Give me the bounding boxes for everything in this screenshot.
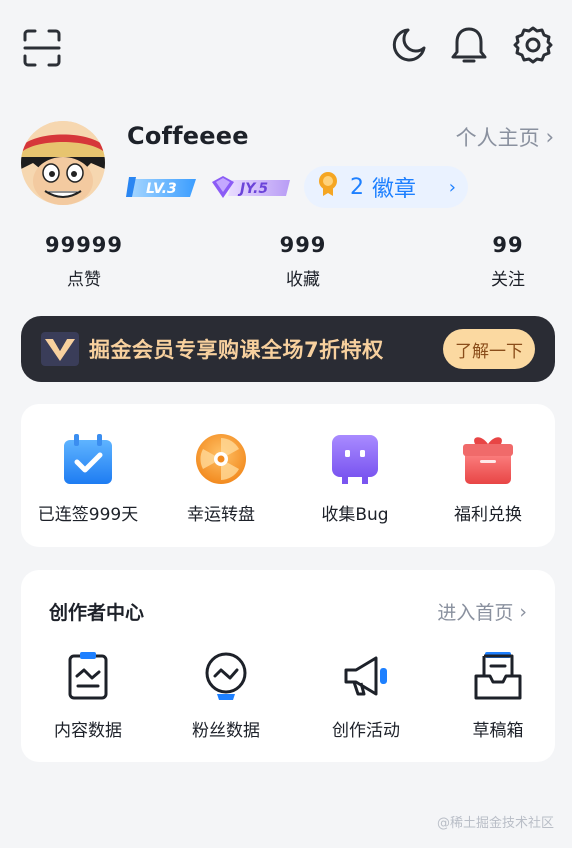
enter-home-link[interactable]: 进入首页 ›: [437, 598, 527, 625]
creator-item-label: 草稿箱: [472, 721, 524, 741]
scan-icon[interactable]: [18, 24, 66, 72]
following-count: 99: [492, 233, 524, 257]
creator-item-label: 粉丝数据: [192, 721, 260, 741]
creator-item-label: 创作活动: [332, 721, 400, 741]
learn-more-button[interactable]: 了解一下: [443, 329, 535, 369]
following-label: 关注: [491, 270, 525, 290]
moon-icon[interactable]: [386, 22, 432, 68]
stat-following[interactable]: 99 关注: [460, 233, 556, 290]
megaphone-icon: [340, 650, 392, 702]
jy-badge[interactable]: JY.5: [210, 174, 292, 200]
creator-item-label: 内容数据: [54, 721, 122, 741]
gear-icon[interactable]: [510, 22, 556, 68]
chevron-right-icon: ›: [519, 600, 527, 623]
feature-welfare-exchange[interactable]: 福利兑换: [421, 432, 555, 525]
personal-home-label: 个人主页: [455, 126, 540, 150]
gift-icon: [461, 432, 515, 486]
feature-label: 收集Bug: [321, 505, 389, 525]
creator-activities[interactable]: 创作活动: [299, 650, 433, 741]
feature-collect-bug[interactable]: 收集Bug: [288, 432, 422, 525]
enter-home-label: 进入首页: [437, 602, 514, 624]
level-badge[interactable]: LV.3: [126, 175, 198, 199]
chevron-right-icon: ›: [448, 176, 456, 198]
bug-box-icon: [328, 432, 382, 486]
stat-likes[interactable]: 99999 点赞: [36, 233, 132, 290]
creator-content-data[interactable]: 内容数据: [21, 650, 155, 741]
svg-text:LV.3: LV.3: [146, 181, 177, 197]
bell-icon[interactable]: [446, 22, 492, 68]
medal-button[interactable]: 2 徽章 ›: [304, 166, 468, 208]
favorites-label: 收藏: [286, 270, 320, 290]
features-card: 已连签999天 幸运转盘 收集Bug 福利兑换: [21, 404, 555, 547]
likes-label: 点赞: [67, 270, 101, 290]
creator-fans-data[interactable]: 粉丝数据: [159, 650, 293, 741]
feature-checkin[interactable]: 已连签999天: [21, 432, 155, 525]
chevron-right-icon: ›: [545, 125, 554, 149]
creator-drafts[interactable]: 草稿箱: [431, 650, 565, 741]
watermark: @稀土掘金技术社区: [436, 816, 554, 831]
favorites-count: 999: [279, 233, 327, 257]
calendar-check-icon: [61, 432, 115, 486]
lucky-wheel-icon: [194, 432, 248, 486]
vip-logo-icon: [41, 332, 79, 366]
svg-text:JY.5: JY.5: [237, 181, 268, 197]
fans-data-icon: [200, 650, 252, 702]
vip-banner[interactable]: 掘金会员专享购课全场7折特权 了解一下: [21, 316, 555, 382]
creator-center-card: 创作者中心 进入首页 › 内容数据 粉丝数据 创作活动 草稿箱: [21, 570, 555, 762]
personal-home-link[interactable]: 个人主页 ›: [456, 122, 554, 152]
content-data-icon: [62, 650, 114, 702]
badge-label: 徽章: [372, 177, 417, 202]
feature-label: 福利兑换: [454, 505, 522, 525]
feature-lucky-wheel[interactable]: 幸运转盘: [154, 432, 288, 525]
likes-count: 99999: [44, 233, 124, 257]
username: Coffeeee: [127, 122, 249, 150]
draft-box-icon: [472, 650, 524, 702]
vip-promo-text: 掘金会员专享购课全场7折特权: [89, 338, 384, 362]
feature-label: 幸运转盘: [187, 505, 255, 525]
badge-count: 2: [350, 174, 364, 200]
creator-center-title: 创作者中心: [49, 602, 145, 624]
avatar[interactable]: [21, 121, 105, 205]
medal-icon: [316, 171, 340, 203]
stat-favorites[interactable]: 999 收藏: [255, 233, 351, 290]
feature-label: 已连签999天: [37, 505, 139, 525]
